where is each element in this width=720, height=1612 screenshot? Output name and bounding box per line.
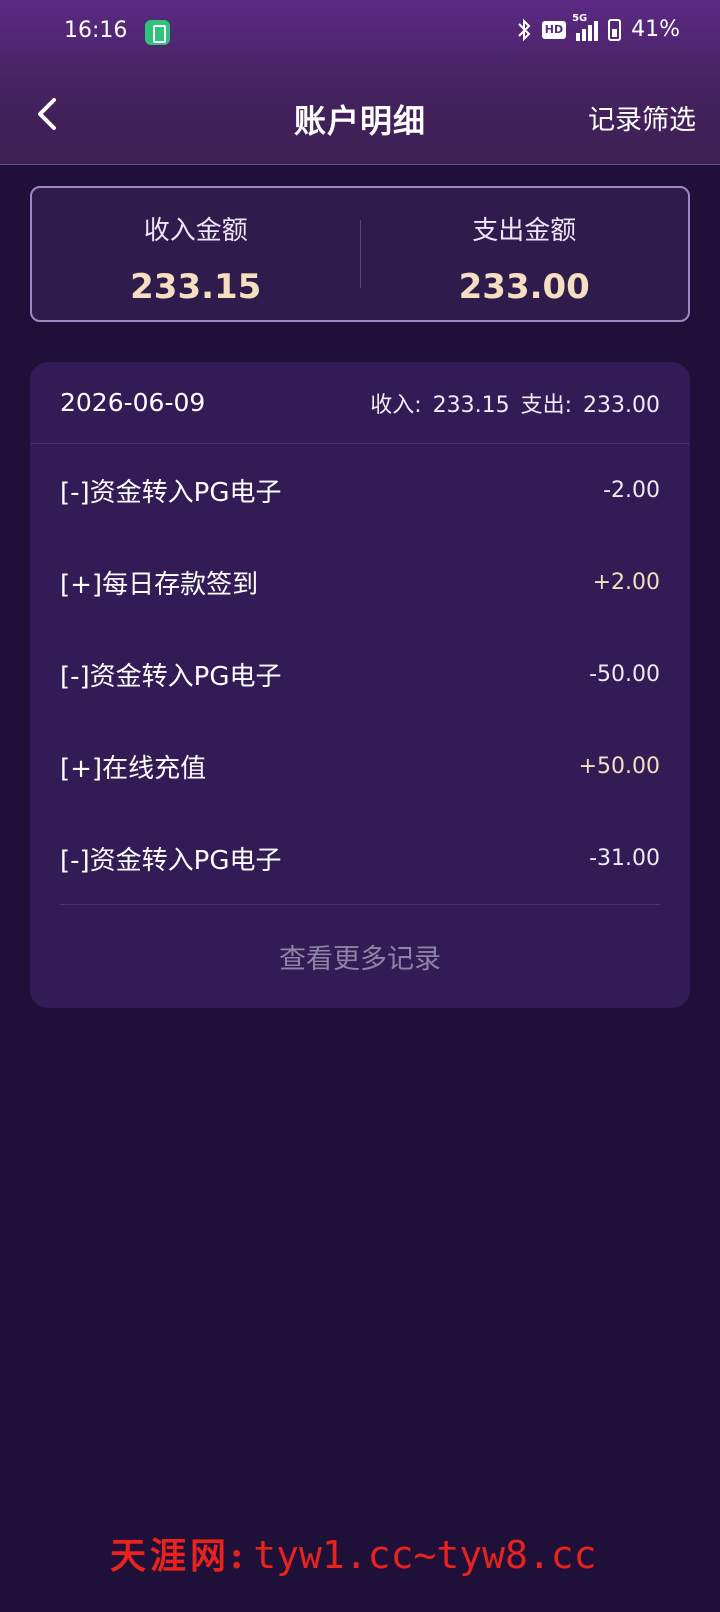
watermark: 天涯网: tyw1.cc~tyw8.cc: [110, 1527, 596, 1579]
status-icons: HD 5G 41%: [516, 13, 680, 42]
expense-summary: 支出金额 233.00: [361, 188, 689, 320]
record-amount: -2.00: [603, 477, 660, 503]
record-title: [-]资金转入PG电子: [60, 845, 282, 876]
bluetooth-icon: [516, 18, 532, 42]
record-title: [+]每日存款签到: [60, 569, 259, 600]
expense-value: 233.00: [458, 267, 590, 307]
status-bar: 16:16 HD 5G 41%: [0, 0, 720, 66]
record-item[interactable]: [-]资金转入PG电子 -2.00: [60, 444, 660, 536]
record-amount: -31.00: [589, 845, 660, 871]
record-title: [-]资金转入PG电子: [60, 661, 282, 692]
record-item[interactable]: [+]在线充值 +50.00: [60, 720, 660, 812]
record-amount: -50.00: [589, 661, 660, 687]
battery-app-icon: [145, 20, 170, 45]
signal-icon: 5G: [572, 13, 599, 41]
record-filter-button[interactable]: 记录筛选: [588, 98, 696, 137]
record-item[interactable]: [-]资金转入PG电子 -50.00: [60, 628, 660, 720]
day-header: 2026-06-09 收入: 233.15 支出: 233.00: [30, 362, 690, 444]
day-totals: 收入: 233.15 支出: 233.00: [366, 387, 660, 419]
day-date: 2026-06-09: [60, 388, 206, 417]
view-more-button[interactable]: 查看更多记录: [30, 937, 690, 976]
battery-icon: [608, 18, 622, 41]
record-title: [-]资金转入PG电子: [60, 477, 282, 508]
record-amount: +2.00: [592, 569, 660, 595]
day-income-label: 收入:: [370, 392, 422, 418]
hd-icon: HD: [541, 20, 567, 39]
income-summary: 收入金额 233.15: [32, 188, 360, 320]
watermark-cn: 天涯网:: [110, 1535, 248, 1577]
status-time: 16:16: [64, 18, 128, 43]
divider: [60, 904, 660, 905]
battery-percent: 41%: [631, 17, 680, 42]
network-type: 5G: [572, 12, 588, 24]
income-label: 收入金额: [143, 216, 248, 246]
header: 16:16 HD 5G 41% 账户明细 记录筛选: [0, 0, 720, 165]
summary-card: 收入金额 233.15 支出金额 233.00: [30, 186, 690, 322]
income-value: 233.15: [130, 267, 262, 307]
watermark-url: tyw1.cc~tyw8.cc: [253, 1533, 597, 1577]
detail-card: 2026-06-09 收入: 233.15 支出: 233.00 [-]资金转入…: [30, 362, 690, 1008]
nav-bar: 账户明细 记录筛选: [0, 66, 720, 164]
day-income-value: 233.15: [432, 392, 510, 418]
record-list: [-]资金转入PG电子 -2.00 [+]每日存款签到 +2.00 [-]资金转…: [30, 444, 690, 904]
day-expense-label: 支出:: [520, 392, 573, 418]
record-item[interactable]: [+]每日存款签到 +2.00: [60, 536, 660, 628]
record-amount: +50.00: [578, 753, 660, 779]
expense-label: 支出金额: [472, 216, 577, 246]
record-title: [+]在线充值: [60, 753, 207, 784]
day-expense-value: 233.00: [583, 392, 660, 418]
record-item[interactable]: [-]资金转入PG电子 -31.00: [60, 812, 660, 904]
